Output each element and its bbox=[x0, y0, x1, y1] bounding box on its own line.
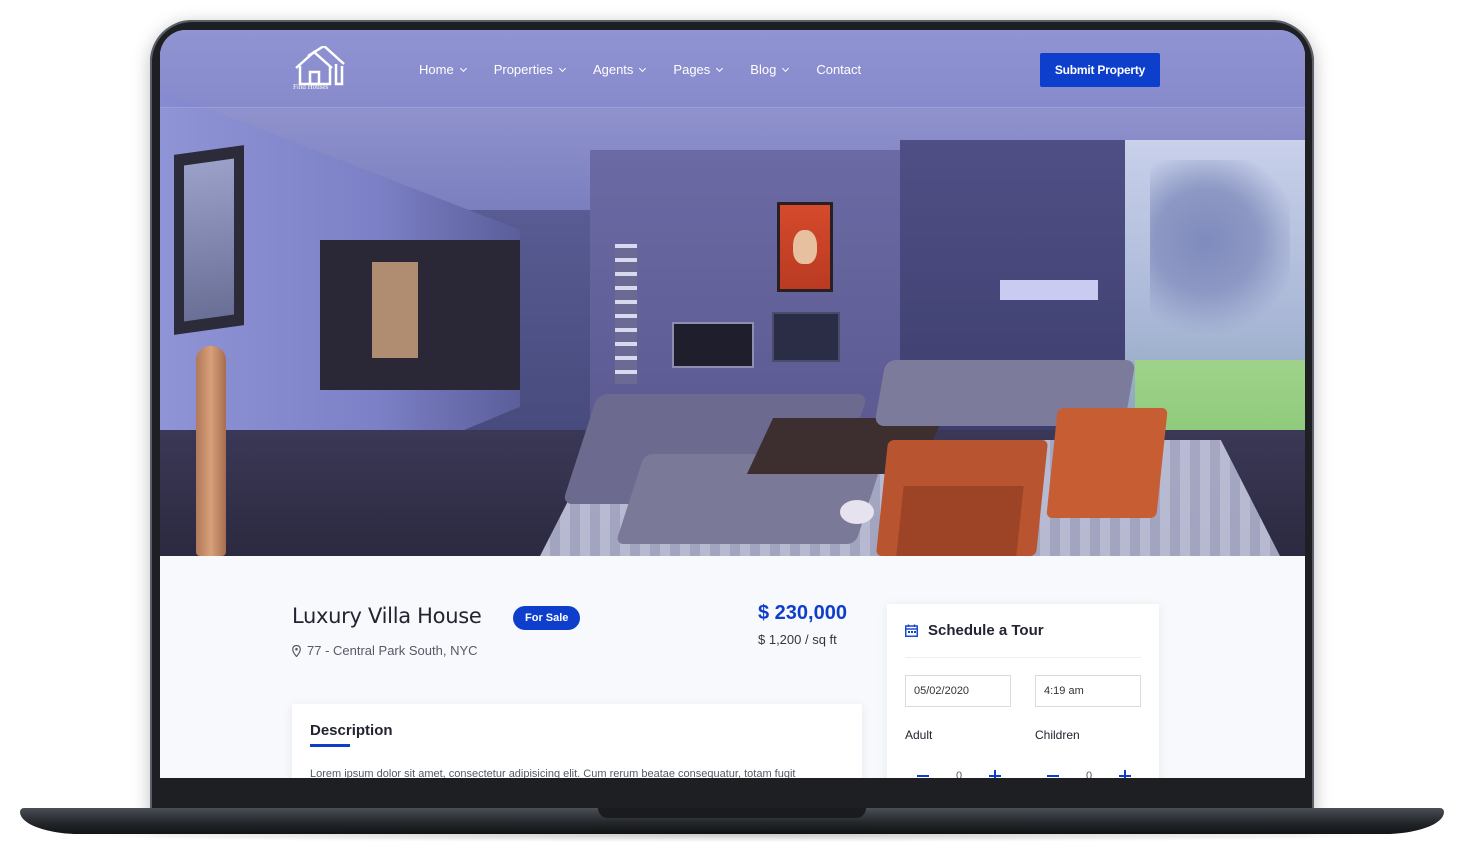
laptop-screen: Find Houses Home Properties Agents Pages… bbox=[160, 30, 1305, 778]
address-text: 77 - Central Park South, NYC bbox=[307, 643, 478, 658]
submit-property-button[interactable]: Submit Property bbox=[1040, 53, 1160, 87]
property-details: Luxury Villa House For Sale 77 - Central… bbox=[160, 556, 1305, 778]
fireplace bbox=[672, 322, 754, 368]
hero-image bbox=[160, 30, 1305, 556]
nav-menu: Home Properties Agents Pages Blog Contac… bbox=[419, 62, 889, 77]
map-pin-icon bbox=[292, 644, 301, 657]
nav-item-agents[interactable]: Agents bbox=[592, 62, 647, 77]
plus-icon[interactable] bbox=[1119, 770, 1131, 778]
time-input[interactable] bbox=[1035, 675, 1141, 707]
description-text: Lorem ipsum dolor sit amet, consectetur … bbox=[310, 768, 796, 778]
adult-label: Adult bbox=[905, 728, 933, 742]
top-navigation: Find Houses Home Properties Agents Pages… bbox=[160, 30, 1305, 108]
minus-icon[interactable] bbox=[1047, 775, 1059, 777]
laptop-notch bbox=[598, 808, 866, 818]
minus-icon[interactable] bbox=[917, 775, 929, 777]
chevron-down-icon bbox=[558, 64, 566, 72]
status-badge: For Sale bbox=[513, 606, 581, 630]
description-heading: Description bbox=[310, 722, 393, 739]
nav-item-home[interactable]: Home bbox=[419, 62, 467, 77]
nav-item-label: Properties bbox=[493, 62, 553, 77]
nav-item-contact[interactable]: Contact bbox=[816, 62, 861, 77]
children-stepper: 0 bbox=[1047, 770, 1131, 778]
laptop-shadow bbox=[40, 828, 1424, 842]
tour-header: Schedule a Tour bbox=[905, 622, 1044, 639]
nav-item-pages[interactable]: Pages bbox=[673, 62, 724, 77]
price-per-sqft: $ 1,200 / sq ft bbox=[758, 632, 837, 647]
nav-item-label: Pages bbox=[673, 62, 711, 77]
property-title: Luxury Villa House bbox=[292, 604, 482, 628]
nav-item-properties[interactable]: Properties bbox=[493, 62, 566, 77]
logo-text: Find Houses bbox=[293, 83, 329, 91]
heading-underline bbox=[310, 744, 350, 747]
nav-item-label: Agents bbox=[592, 62, 634, 77]
plus-icon[interactable] bbox=[989, 770, 1001, 778]
chevron-down-icon bbox=[639, 64, 647, 72]
tour-heading: Schedule a Tour bbox=[928, 622, 1044, 639]
property-price: $ 230,000 bbox=[758, 602, 847, 624]
chevron-down-icon bbox=[716, 64, 724, 72]
children-count: 0 bbox=[1085, 770, 1093, 778]
property-address: 77 - Central Park South, NYC bbox=[292, 643, 478, 658]
chevron-down-icon bbox=[459, 64, 467, 72]
adult-stepper: 0 bbox=[917, 770, 1001, 778]
adult-count: 0 bbox=[955, 770, 963, 778]
nav-item-label: Blog bbox=[750, 62, 777, 77]
divider bbox=[905, 657, 1141, 658]
date-input[interactable] bbox=[905, 675, 1011, 707]
calendar-icon bbox=[905, 624, 918, 637]
nav-item-label: Contact bbox=[816, 62, 862, 77]
nav-item-blog[interactable]: Blog bbox=[750, 62, 790, 77]
children-label: Children bbox=[1035, 728, 1080, 742]
schedule-tour-card: Schedule a Tour Adult Children 0 0 bbox=[887, 604, 1159, 778]
nav-item-label: Home bbox=[419, 62, 454, 77]
description-card: Description Lorem ipsum dolor sit amet, … bbox=[292, 704, 862, 778]
chevron-down-icon bbox=[782, 64, 790, 72]
